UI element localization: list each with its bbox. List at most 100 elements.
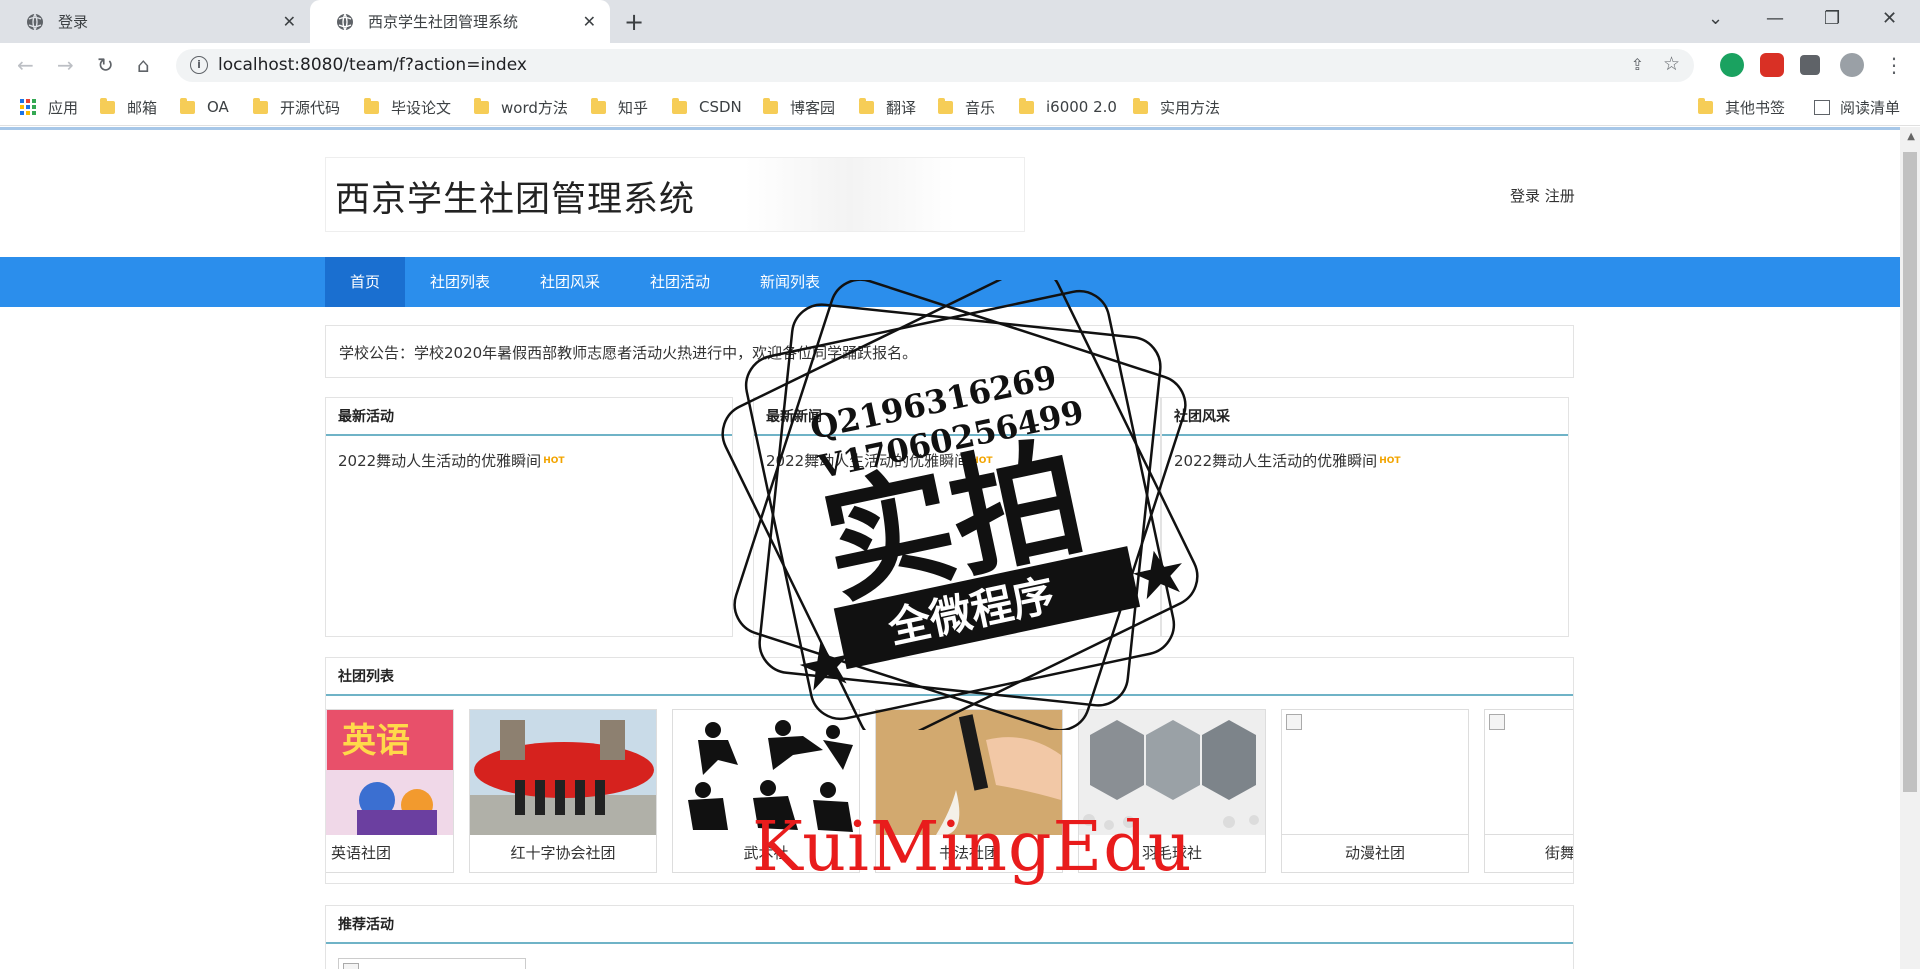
section-title: 社团列表: [326, 658, 1573, 696]
club-name: 武术社: [743, 844, 789, 862]
panel-club-style: 社团风采 2022舞动人生活动的优雅瞬间 HOT: [1161, 397, 1569, 637]
folder-icon: [859, 97, 874, 114]
list-item[interactable]: 2022舞动人生活动的优雅瞬间 HOT: [338, 450, 565, 471]
club-card[interactable]: 书法社团: [875, 709, 1063, 873]
globe-icon: [27, 13, 43, 30]
address-bar[interactable]: i localhost:8080/team/f?action=index ⇪ ☆: [176, 49, 1694, 82]
bookmark-folder[interactable]: OA: [180, 97, 229, 117]
folder-icon: [938, 97, 953, 114]
close-window-icon[interactable]: ✕: [1882, 8, 1897, 29]
menu-kebab-icon[interactable]: ⋮: [1884, 53, 1904, 77]
folder-icon: [100, 97, 115, 114]
bookmark-folder[interactable]: 毕设论文: [364, 97, 451, 117]
panel-title: 社团风采: [1162, 398, 1568, 436]
tab-title: 登录: [58, 13, 89, 31]
folder-icon: [1698, 97, 1713, 114]
shield-extension-icon[interactable]: [1720, 53, 1744, 77]
panel-title: 最新活动: [326, 398, 732, 436]
bookmark-folder[interactable]: 实用方法: [1133, 97, 1220, 117]
forward-icon[interactable]: →: [57, 53, 74, 77]
url-text[interactable]: localhost:8080/team/f?action=index: [218, 55, 527, 75]
bookmark-star-icon[interactable]: ☆: [1663, 53, 1680, 75]
share-icon[interactable]: ⇪: [1631, 55, 1644, 74]
recommended-activity-thumb[interactable]: [338, 958, 526, 969]
panel-latest-activities: 最新活动 2022舞动人生活动的优雅瞬间 HOT: [325, 397, 733, 637]
bookmark-folder[interactable]: 邮箱: [100, 97, 157, 117]
club-card[interactable]: 动漫社团: [1281, 709, 1469, 873]
folder-icon: [1133, 97, 1148, 114]
bookmark-other[interactable]: 其他书签: [1698, 97, 1785, 117]
club-card[interactable]: 羽毛球社: [1078, 709, 1266, 873]
profile-avatar-icon[interactable]: [1840, 53, 1864, 77]
panel-title: 最新新闻: [754, 398, 1160, 436]
minimize-icon[interactable]: —: [1766, 8, 1784, 29]
page-viewport: 西京学生社团管理系统 登录 注册 首页 社团列表 社团风采 社团活动 新闻列表 …: [0, 127, 1900, 969]
tab-active-site[interactable]: 西京学生社团管理系统 ✕: [310, 0, 610, 43]
recommended-activities-section: 推荐活动: [325, 905, 1574, 969]
nav-club-list[interactable]: 社团列表: [415, 257, 505, 307]
club-card[interactable]: 红十字协会社团: [469, 709, 657, 873]
folder-icon: [474, 97, 489, 114]
club-name: 书法社团: [938, 844, 999, 862]
bookmark-folder[interactable]: 开源代码: [253, 97, 340, 117]
nav-club-style[interactable]: 社团风采: [525, 257, 615, 307]
svg-text:英语: 英语: [342, 721, 410, 761]
hot-badge: HOT: [1379, 456, 1401, 466]
close-tab-icon[interactable]: ✕: [283, 12, 296, 31]
nav-news-list[interactable]: 新闻列表: [745, 257, 835, 307]
home-icon[interactable]: ⌂: [137, 53, 150, 77]
bookmark-folder[interactable]: 博客园: [763, 97, 835, 117]
club-image: 英语: [326, 710, 453, 835]
site-info-icon[interactable]: i: [190, 56, 208, 74]
back-icon[interactable]: ←: [17, 53, 34, 77]
top-accent-line: [0, 127, 1900, 130]
club-card[interactable]: 英语 英语社团: [326, 709, 454, 873]
scroll-up-arrow-icon[interactable]: ▲: [1907, 131, 1915, 142]
bookmark-folder[interactable]: 翻译: [859, 97, 916, 117]
club-image: [1079, 710, 1265, 835]
new-tab-button[interactable]: +: [624, 8, 644, 36]
club-name: 动漫社团: [1344, 844, 1405, 862]
site-title: 西京学生社团管理系统: [335, 180, 696, 220]
folder-icon: [1019, 97, 1034, 114]
fe-extension-icon[interactable]: [1760, 53, 1784, 77]
notice-text[interactable]: 学校公告：学校2020年暑假西部教师志愿者活动火热进行中，欢迎各位同学踊跃报名。: [339, 342, 917, 363]
bookmark-apps[interactable]: 应用: [20, 97, 78, 117]
club-list-section: 社团列表 英语 英语社团 红十字协会社团 武术社 书法社团 羽毛球社 动漫社团 …: [325, 657, 1574, 884]
close-tab-icon[interactable]: ✕: [583, 12, 596, 31]
folder-icon: [364, 97, 379, 114]
scrollbar-thumb[interactable]: [1903, 152, 1917, 792]
tab-title: 西京学生社团管理系统: [368, 13, 519, 31]
tab-search-icon[interactable]: ⌄: [1708, 8, 1723, 29]
list-item[interactable]: 2022舞动人生活动的优雅瞬间 HOT: [1174, 450, 1401, 471]
hot-badge: HOT: [971, 456, 993, 466]
club-card[interactable]: 武术社: [672, 709, 860, 873]
section-title: 推荐活动: [326, 906, 1573, 944]
bookmark-folder[interactable]: 音乐: [938, 97, 995, 117]
login-register-links[interactable]: 登录 注册: [1510, 185, 1575, 206]
club-image: [1282, 710, 1468, 835]
hot-badge: HOT: [543, 456, 565, 466]
bookmark-folder[interactable]: 知乎: [591, 97, 648, 117]
folder-icon: [763, 97, 778, 114]
tab-login[interactable]: 登录 ✕: [0, 0, 310, 43]
maximize-icon[interactable]: ❐: [1824, 8, 1840, 29]
puzzle-extensions-icon[interactable]: [1800, 55, 1820, 75]
reload-icon[interactable]: ↻: [97, 53, 114, 77]
broken-image-icon: [1286, 714, 1302, 730]
bookmark-folder[interactable]: CSDN: [672, 97, 742, 117]
nav-home[interactable]: 首页: [325, 257, 405, 307]
club-image: [673, 710, 859, 835]
nav-club-activities[interactable]: 社团活动: [635, 257, 725, 307]
bookmarks-bar: 应用 邮箱 OA 开源代码 毕设论文 word方法 知乎 CSDN 博客园 翻译…: [0, 88, 1920, 126]
bookmark-folder[interactable]: word方法: [474, 97, 568, 117]
reading-list[interactable]: 阅读清单: [1814, 97, 1900, 117]
browser-tabstrip: 登录 ✕ 西京学生社团管理系统 ✕ + ⌄ — ❐ ✕: [0, 0, 1920, 43]
list-item[interactable]: 2022舞动人生活动的优雅瞬间 HOT: [766, 450, 993, 471]
bookmark-folder[interactable]: i6000 2.0: [1019, 97, 1117, 117]
broken-image-icon: [343, 963, 359, 969]
club-card[interactable]: 街舞: [1484, 709, 1573, 873]
apps-grid-icon: [20, 99, 36, 115]
club-image: [470, 710, 656, 835]
folder-icon: [253, 97, 268, 114]
